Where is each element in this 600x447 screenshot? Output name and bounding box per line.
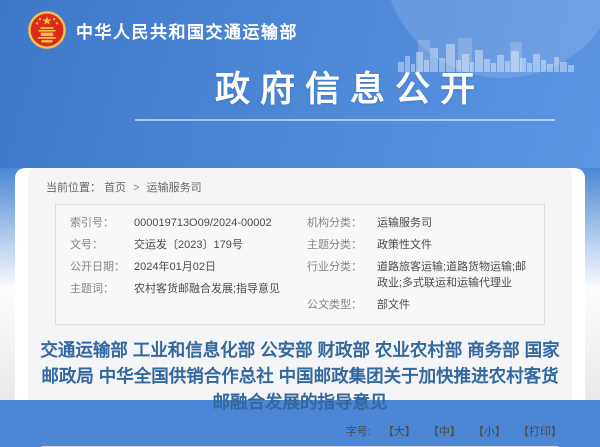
font-size-toolbar: 字号: 【大】 【中】 【小】 【打印】 <box>28 423 572 439</box>
field-label: 文号： <box>70 238 134 254</box>
breadcrumb-current-link[interactable]: 运输服务司 <box>147 182 202 194</box>
article-title: 交通运输部 工业和信息化部 公安部 财政部 农业农村部 商务部 国家邮政局 中华… <box>38 337 562 416</box>
field-value: 000019713O09/2024-00002 <box>134 216 293 232</box>
metadata-row-keywords: 主题词： 农村客货邮融合发展;指导意见 <box>56 279 293 301</box>
banner-underline <box>135 119 555 121</box>
page-title: 政府信息公开 <box>135 70 555 110</box>
metadata-row-agency-category: 机构分类： 运输服务司 <box>293 213 544 235</box>
field-label: 公文类型： <box>307 298 377 314</box>
site-header: 中华人民共和国交通运输部 <box>28 11 298 49</box>
metadata-row-industry-category: 行业分类： 道路旅客运输;道路货物运输;邮政业;多式联运和运输代理业 <box>293 257 544 295</box>
breadcrumb-home-link[interactable]: 首页 <box>104 182 126 194</box>
field-label: 主题分类： <box>307 238 377 254</box>
metadata-row-publish-date: 公开日期： 2024年01月02日 <box>56 257 293 279</box>
metadata-row-doc-number: 文号： 交运发〔2023〕179号 <box>56 235 293 257</box>
field-value: 政策性文件 <box>377 238 544 254</box>
metadata-row-index-number: 索引号： 000019713O09/2024-00002 <box>56 213 293 235</box>
print-button[interactable]: 【打印】 <box>518 426 562 438</box>
font-small-button[interactable]: 【小】 <box>473 426 506 438</box>
field-value: 部文件 <box>377 298 544 314</box>
metadata-right-column: 机构分类： 运输服务司 主题分类： 政策性文件 行业分类： 道路旅客运输;道路货… <box>293 213 544 317</box>
field-label: 行业分类： <box>307 260 377 292</box>
field-label: 公开日期： <box>70 260 134 276</box>
breadcrumb-prefix: 当前位置： <box>46 182 101 194</box>
field-label: 主题词： <box>70 282 134 298</box>
metadata-row-doc-type: 公文类型： 部文件 <box>293 295 544 317</box>
breadcrumb-separator: > <box>133 182 139 194</box>
national-emblem-icon <box>28 11 66 49</box>
font-medium-button[interactable]: 【中】 <box>428 426 461 438</box>
top-banner: 中华人民共和国交通运输部 政府信息公开 <box>0 0 600 168</box>
field-value: 农村客货邮融合发展;指导意见 <box>134 282 293 298</box>
field-value: 道路旅客运输;道路货物运输;邮政业;多式联运和运输代理业 <box>377 260 544 292</box>
site-title: 中华人民共和国交通运输部 <box>76 18 298 43</box>
field-value: 交运发〔2023〕179号 <box>134 238 293 254</box>
banner-title-block: 政府信息公开 <box>135 70 555 121</box>
city-skyline-graphic <box>398 38 578 72</box>
content-panel: 当前位置： 首页 > 运输服务司 索引号： 000019713O09/2024-… <box>28 168 572 400</box>
metadata-row-topic-category: 主题分类： 政策性文件 <box>293 235 544 257</box>
metadata-left-column: 索引号： 000019713O09/2024-00002 文号： 交运发〔202… <box>56 213 293 317</box>
font-large-button[interactable]: 【大】 <box>383 426 416 438</box>
document-metadata-table: 索引号： 000019713O09/2024-00002 文号： 交运发〔202… <box>55 204 545 325</box>
field-value: 运输服务司 <box>377 216 544 232</box>
font-size-label: 字号: <box>346 426 371 438</box>
field-value: 2024年01月02日 <box>134 260 293 276</box>
field-label: 索引号： <box>70 216 134 232</box>
field-label: 机构分类： <box>307 216 377 232</box>
breadcrumb: 当前位置： 首页 > 运输服务司 <box>28 168 572 204</box>
content-sheet: 当前位置： 首页 > 运输服务司 索引号： 000019713O09/2024-… <box>15 168 585 400</box>
